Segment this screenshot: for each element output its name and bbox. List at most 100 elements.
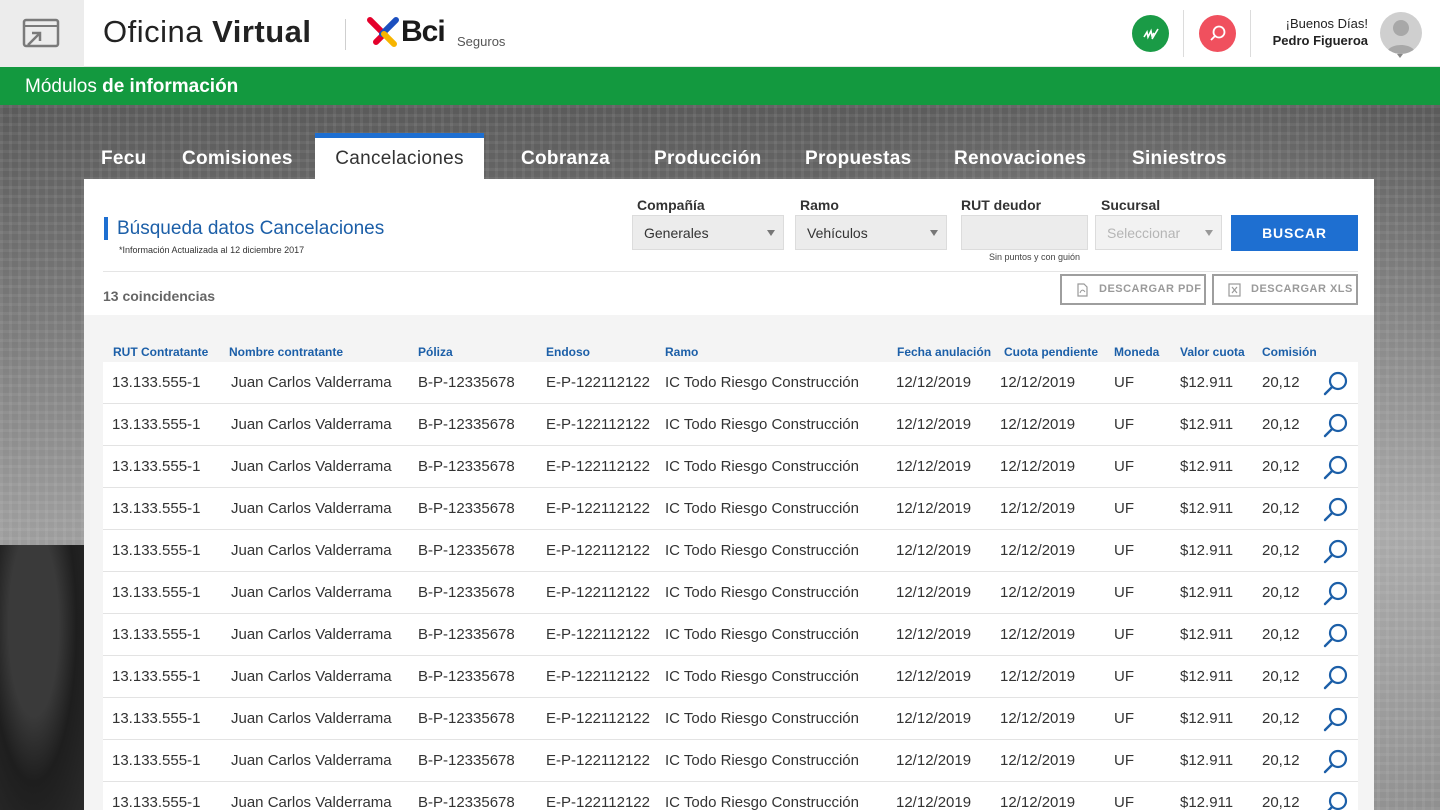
tab-renovaciones[interactable]: Renovaciones (954, 148, 1086, 170)
tab-propuestas[interactable]: Propuestas (805, 148, 911, 170)
table-cell: IC Todo Riesgo Construcción (665, 710, 859, 727)
table-cell: 12/12/2019 (896, 794, 972, 810)
table-cell: IC Todo Riesgo Construcción (665, 374, 859, 391)
top-header: Oficina Virtual Bci Seguros ¡Buenos Días… (0, 0, 1440, 67)
tab-cancelaciones[interactable]: Cancelaciones (315, 133, 484, 180)
table-cell: E-P-122112122 (546, 668, 650, 685)
table-row[interactable]: 13.133.555-1 Juan Carlos Valderrama B-P-12… (103, 488, 1358, 530)
search-icon[interactable] (1322, 706, 1350, 734)
table-cell: 12/12/2019 (896, 668, 972, 685)
search-icon[interactable] (1322, 580, 1350, 608)
table-row[interactable]: 13.133.555-1 Juan Carlos Valderrama B-P-12… (103, 530, 1358, 572)
chevron-down-icon (930, 230, 938, 236)
table-cell: Juan Carlos Valderrama (231, 626, 392, 643)
signature-icon (1142, 28, 1159, 39)
chevron-down-icon[interactable] (1397, 54, 1403, 58)
search-icon[interactable] (1322, 370, 1350, 398)
table-cell: IC Todo Riesgo Construcción (665, 500, 859, 517)
search-icon[interactable] (1322, 496, 1350, 524)
search-icon[interactable] (1322, 664, 1350, 692)
tab-cobranza[interactable]: Cobranza (521, 148, 610, 170)
table-cell: 13.133.555-1 (112, 500, 201, 517)
table-cell: IC Todo Riesgo Construcción (665, 416, 859, 433)
results-count: 13 coincidencias (103, 288, 216, 304)
table-cell: B-P-12335678 (418, 500, 515, 517)
table-row[interactable]: 13.133.555-1 Juan Carlos Valderrama B-P-12… (103, 614, 1358, 656)
table-cell: 13.133.555-1 (112, 542, 201, 559)
tab-fecu[interactable]: Fecu (101, 148, 147, 170)
sucursal-select[interactable]: Seleccionar (1095, 215, 1222, 250)
bci-logo-icon (367, 17, 399, 47)
pdf-label: DESCARGAR PDF (1099, 283, 1202, 295)
table-cell: 12/12/2019 (1000, 542, 1076, 559)
table-row[interactable]: 13.133.555-1 Juan Carlos Valderrama B-P-12… (103, 740, 1358, 782)
results-table: RUT Contratante Nombre contratante Póliz… (84, 315, 1374, 810)
column-header[interactable]: Póliza (418, 345, 453, 359)
column-header[interactable]: Moneda (1114, 345, 1159, 359)
table-row[interactable]: 13.133.555-1 Juan Carlos Valderrama B-P-12… (103, 404, 1358, 446)
table-cell: 20,12 (1262, 542, 1300, 559)
table-cell: E-P-122112122 (546, 374, 650, 391)
column-header[interactable]: Ramo (665, 345, 698, 359)
table-row[interactable]: 13.133.555-1 Juan Carlos Valderrama B-P-12… (103, 446, 1358, 488)
tab-produccion[interactable]: Producción (654, 148, 762, 170)
search-icon[interactable] (1322, 412, 1350, 440)
tab-comisiones[interactable]: Comisiones (182, 148, 293, 170)
rut-input[interactable] (961, 215, 1088, 250)
module-bar-title: de información (102, 76, 239, 97)
table-row[interactable]: 13.133.555-1 Juan Carlos Valderrama B-P-12… (103, 782, 1358, 810)
column-header[interactable]: Endoso (546, 345, 590, 359)
table-cell: E-P-122112122 (546, 416, 650, 433)
table-cell: Juan Carlos Valderrama (231, 710, 392, 727)
table-row[interactable]: 13.133.555-1 Juan Carlos Valderrama B-P-12… (103, 656, 1358, 698)
table-cell: UF (1114, 752, 1134, 769)
table-cell: $12.911 (1180, 542, 1234, 559)
table-cell: 12/12/2019 (1000, 794, 1076, 810)
avatar[interactable] (1380, 12, 1422, 54)
page-title: Búsqueda datos Cancelaciones (117, 218, 385, 239)
table-cell: B-P-12335678 (418, 710, 515, 727)
table-cell: E-P-122112122 (546, 626, 650, 643)
search-icon[interactable] (1322, 622, 1350, 650)
table-cell: 13.133.555-1 (112, 794, 201, 810)
table-cell: Juan Carlos Valderrama (231, 668, 392, 685)
table-cell: Juan Carlos Valderrama (231, 500, 392, 517)
table-cell: UF (1114, 500, 1134, 517)
search-icon[interactable] (1322, 454, 1350, 482)
table-cell: $12.911 (1180, 794, 1234, 810)
menu-button[interactable] (0, 0, 84, 67)
table-row[interactable]: 13.133.555-1 Juan Carlos Valderrama B-P-12… (103, 698, 1358, 740)
header-search-button[interactable] (1199, 15, 1236, 52)
table-cell: 20,12 (1262, 794, 1300, 810)
table-cell: $12.911 (1180, 668, 1234, 685)
search-icon[interactable] (1322, 790, 1350, 810)
table-cell: 20,12 (1262, 584, 1300, 601)
column-header[interactable]: Comisión (1262, 345, 1317, 359)
buscar-button[interactable]: BUSCAR (1231, 215, 1358, 251)
chevron-down-icon (767, 230, 775, 236)
search-icon[interactable] (1322, 748, 1350, 776)
table-row[interactable]: 13.133.555-1 Juan Carlos Valderrama B-P-12… (103, 572, 1358, 614)
column-header[interactable]: Cuota pendiente (1004, 345, 1098, 359)
table-cell: UF (1114, 710, 1134, 727)
user-name: Pedro Figueroa (1272, 33, 1368, 48)
table-cell: B-P-12335678 (418, 374, 515, 391)
signature-button[interactable] (1132, 15, 1169, 52)
compania-select[interactable]: Generales (632, 215, 784, 250)
rut-hint: Sin puntos y con guión (989, 252, 1081, 262)
download-xls-button[interactable]: DESCARGAR XLS (1212, 274, 1358, 305)
ramo-select[interactable]: Vehículos (795, 215, 947, 250)
excel-file-icon (1228, 282, 1241, 297)
column-header[interactable]: Fecha anulación (897, 345, 991, 359)
column-header[interactable]: Nombre contratante (229, 345, 343, 359)
column-header[interactable]: Valor cuota (1180, 345, 1245, 359)
tab-siniestros[interactable]: Siniestros (1132, 148, 1227, 170)
main-card: Búsqueda datos Cancelaciones *Informació… (84, 179, 1374, 810)
table-cell: UF (1114, 542, 1134, 559)
search-icon[interactable] (1322, 538, 1350, 566)
table-row[interactable]: 13.133.555-1 Juan Carlos Valderrama B-P-12… (103, 362, 1358, 404)
download-pdf-button[interactable]: DESCARGAR PDF (1060, 274, 1206, 305)
column-header[interactable]: RUT Contratante (113, 345, 208, 359)
table-cell: $12.911 (1180, 458, 1234, 475)
table-cell: IC Todo Riesgo Construcción (665, 626, 859, 643)
